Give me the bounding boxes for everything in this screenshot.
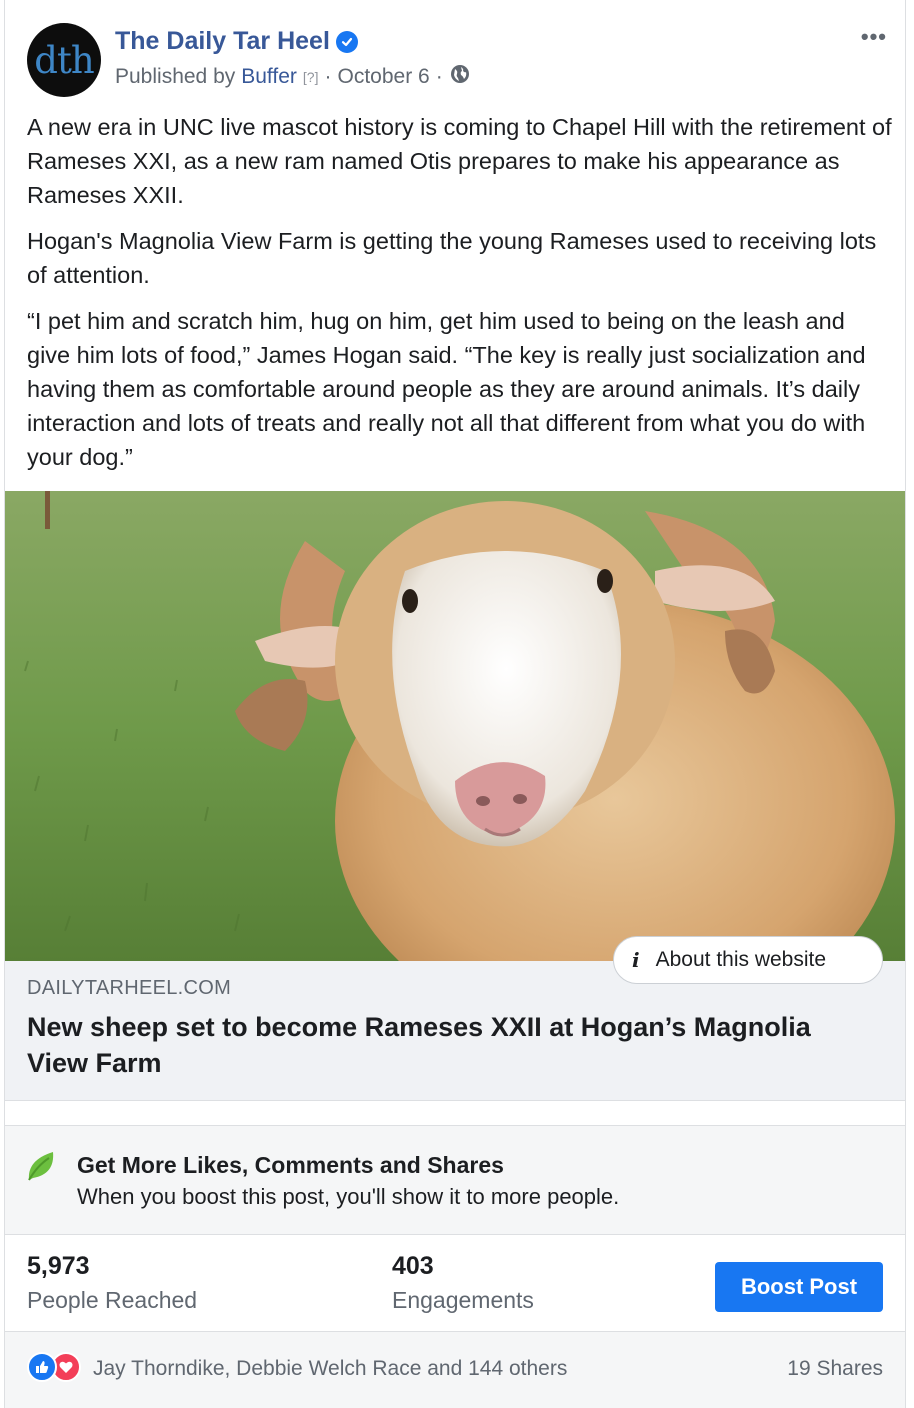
boost-promo: Get More Likes, Comments and Shares When… [5, 1125, 905, 1235]
link-domain: DAILYTARHEEL.COM [27, 977, 232, 999]
publisher-link[interactable]: Buffer [241, 65, 297, 89]
engagements-value: 403 [392, 1252, 434, 1280]
meta-separator: · [324, 65, 332, 88]
page-name[interactable]: The Daily Tar Heel [115, 27, 330, 56]
post-insights: 5,973 People Reached 403 Engagements Boo… [5, 1236, 905, 1332]
boost-subtitle: When you boost this post, you'll show it… [77, 1184, 620, 1209]
link-preview-image[interactable] [5, 491, 905, 961]
reaction-icons[interactable] [27, 1352, 81, 1382]
avatar-logo-text: dth [34, 38, 94, 82]
meta-separator-2: · [435, 65, 443, 88]
post-paragraph-2: Hogan's Magnolia View Farm is getting th… [27, 228, 877, 288]
post-date[interactable]: October 6 [337, 65, 429, 89]
link-headline[interactable]: New sheep set to become Rameses XXII at … [27, 1009, 847, 1081]
more-options-icon[interactable]: ••• [861, 24, 887, 50]
sheep-photo [5, 491, 905, 961]
verified-badge-icon [335, 30, 358, 53]
help-marker[interactable]: [?] [303, 69, 319, 85]
post-card: dth The Daily Tar Heel Published by Buff… [4, 0, 906, 1408]
engagements-label: Engagements [392, 1287, 534, 1313]
post-message: A new era in UNC live mascot history is … [27, 110, 893, 486]
reactions-bar: Jay Thorndike, Debbie Welch Race and 144… [5, 1332, 905, 1408]
globe-icon [449, 63, 471, 91]
published-by-label: Published by [115, 65, 236, 88]
info-icon: i [632, 948, 640, 972]
about-this-website-label: About this website [655, 948, 827, 971]
leaf-icon [28, 1152, 54, 1181]
post-paragraph-1: A new era in UNC live mascot history is … [27, 114, 892, 208]
post-meta: Published by Buffer [?] · October 6 · [115, 63, 471, 91]
section-divider [5, 1101, 905, 1125]
people-reached-value: 5,973 [27, 1252, 90, 1280]
about-this-website-button[interactable]: i About this website [613, 936, 883, 984]
page-name-link[interactable]: The Daily Tar Heel [115, 27, 358, 56]
people-reached-label: People Reached [27, 1287, 198, 1313]
boost-post-button[interactable]: Boost Post [715, 1262, 883, 1312]
shares-count-link[interactable]: 19 Shares [787, 1357, 883, 1381]
boost-title: Get More Likes, Comments and Shares [77, 1152, 504, 1178]
like-reaction-icon [27, 1352, 57, 1382]
page-avatar[interactable]: dth [27, 23, 101, 97]
reaction-names-link[interactable]: Jay Thorndike, Debbie Welch Race and 144… [93, 1357, 567, 1381]
post-paragraph-3: “I pet him and scratch him, hug on him, … [27, 308, 866, 470]
